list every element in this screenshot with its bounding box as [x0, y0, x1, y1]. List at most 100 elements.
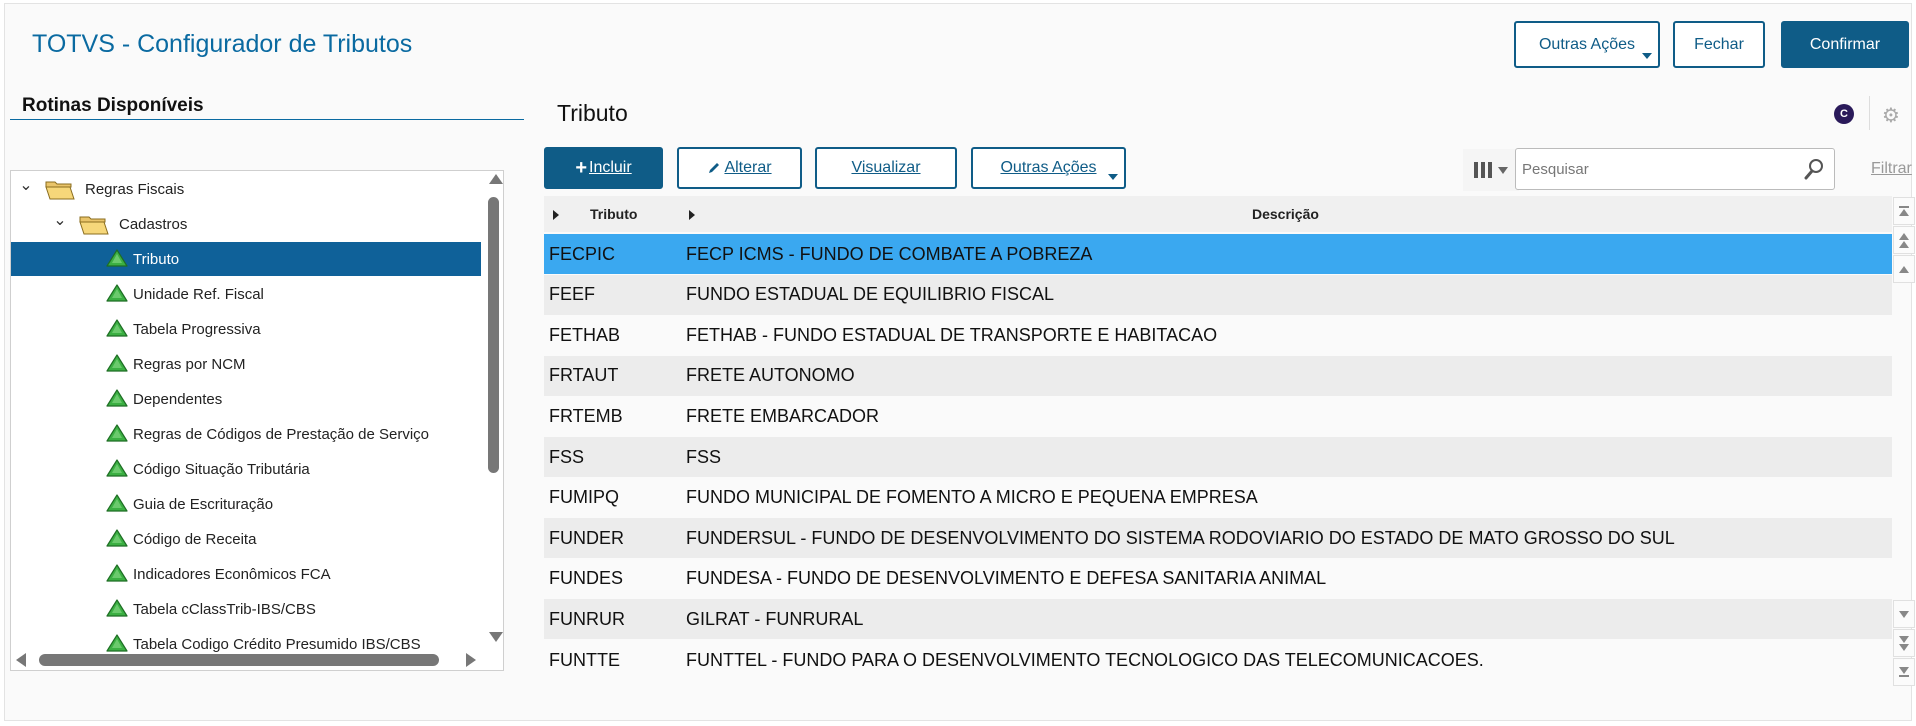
chevron-down-icon[interactable]: ⌄: [19, 177, 33, 194]
status-badge[interactable]: C: [1834, 104, 1854, 124]
grid-page-up[interactable]: [1893, 226, 1915, 254]
visualizar-button[interactable]: Visualizar: [815, 147, 957, 189]
alterar-label: Alterar: [724, 159, 772, 176]
table-row[interactable]: FUNRUR GILRAT - FUNRURAL: [544, 599, 1892, 640]
confirmar-button[interactable]: Confirmar: [1781, 21, 1909, 68]
divider: [1869, 96, 1870, 130]
chevron-down-icon[interactable]: ⌄: [53, 212, 67, 229]
tree-item-label: Indicadores Econômicos FCA: [133, 565, 331, 583]
tree-item[interactable]: ⌄ Cadastros: [11, 207, 481, 241]
table-row[interactable]: FUNDER FUNDERSUL - FUNDO DE DESENVOLVIMEN…: [544, 518, 1892, 559]
green-triangle-icon: [106, 284, 128, 302]
app-title: TOTVS - Configurador de Tributos: [32, 30, 413, 58]
cell-tributo: FECPIC: [549, 243, 616, 264]
pencil-icon: [709, 163, 720, 173]
tree-item-label: Tributo: [133, 250, 180, 268]
grid-scroll-bottom[interactable]: [1893, 658, 1915, 686]
columns-icon: [1474, 162, 1492, 178]
table-row[interactable]: FUMIPQ FUNDO MUNICIPAL DE FOMENTO A MICRO…: [544, 478, 1892, 518]
green-triangle-icon: [106, 599, 128, 617]
folder-open-icon: [45, 181, 75, 200]
tree-item[interactable]: Tabela Progressiva: [11, 312, 481, 346]
plus-icon: +: [575, 156, 587, 179]
cell-tributo: FETHAB: [549, 324, 621, 345]
cell-descricao: FECP ICMS - FUNDO DE COMBATE A POBREZA: [686, 243, 1093, 264]
green-triangle-icon: [106, 424, 128, 442]
tree-item-label: Regras de Códigos de Prestação de Serviç…: [133, 425, 430, 443]
column-header-descricao[interactable]: Descrição: [1252, 206, 1319, 222]
column-expand-icon[interactable]: [689, 210, 695, 220]
tree-item[interactable]: ⌄ Regras Fiscais: [11, 172, 481, 206]
routines-tree: ⌄ Regras Fiscais ⌄ Cadastros Tributo Unidade …: [10, 170, 504, 671]
cell-descricao: FUNTTEL - FUNDO PARA O DESENVOLVIMENTO T…: [686, 649, 1484, 670]
scroll-left-arrow[interactable]: [16, 653, 26, 667]
visualizar-label: Visualizar: [851, 159, 921, 176]
confirmar-label: Confirmar: [1809, 35, 1881, 53]
cell-tributo: FSS: [549, 446, 585, 467]
cell-tributo: FRTAUT: [549, 365, 619, 386]
cell-descricao: FSS: [686, 446, 722, 467]
toolbar-outras-acoes-button[interactable]: Outras Ações: [971, 147, 1126, 189]
tree-item[interactable]: Tributo: [11, 242, 481, 276]
filtrar-link[interactable]: Filtrar: [1871, 160, 1912, 178]
tree-item[interactable]: Tabela cClassTrib-IBS/CBS: [11, 592, 481, 626]
green-triangle-icon: [106, 389, 128, 407]
tree-item[interactable]: Regras por NCM: [11, 347, 481, 381]
column-selector-button[interactable]: [1463, 149, 1519, 191]
table-row[interactable]: FEEF FUNDO ESTADUAL DE EQUILIBRIO FISCAL: [544, 274, 1892, 315]
alterar-button[interactable]: Alterar: [677, 147, 802, 189]
table-row[interactable]: FECPIC FECP ICMS - FUNDO DE COMBATE A POB…: [544, 234, 1892, 274]
table-row[interactable]: FRTEMB FRETE EMBARCADOR: [544, 396, 1892, 436]
tree-item-label: Tabela Progressiva: [133, 320, 261, 338]
tree-item[interactable]: Guia de Escrituração: [11, 487, 481, 521]
table-row[interactable]: FRTAUT FRETE AUTONOMO: [544, 355, 1892, 396]
tree-item[interactable]: Regras de Códigos de Prestação de Serviç…: [11, 417, 481, 451]
grid-scroll-down[interactable]: [1893, 600, 1915, 628]
tree-item-label: Unidade Ref. Fiscal: [133, 285, 264, 303]
tree-item[interactable]: Unidade Ref. Fiscal: [11, 277, 481, 311]
toolbar-outras-acoes-label: Outras Ações: [1000, 159, 1097, 176]
table-row[interactable]: FUNTTE FUNTTEL - FUNDO PARA O DESENVOLVIM…: [544, 640, 1892, 676]
incluir-button[interactable]: + Incluir: [544, 147, 663, 189]
tree-item-label: Código Situação Tributária: [133, 460, 310, 478]
fechar-button[interactable]: Fechar: [1673, 21, 1765, 68]
tree-item[interactable]: Código de Receita: [11, 522, 481, 556]
table-row[interactable]: FUNDES FUNDESA - FUNDO DE DESENVOLVIMENTO…: [544, 559, 1892, 599]
grid-scroll-top[interactable]: [1893, 197, 1915, 225]
cell-descricao: FUNDERSUL - FUNDO DE DESENVOLVIMENTO DO …: [686, 527, 1675, 548]
cell-descricao: FUNDESA - FUNDO DE DESENVOLVIMENTO E DEF…: [686, 568, 1327, 589]
tree-item-label: Tabela cClassTrib-IBS/CBS: [133, 600, 316, 618]
tree-vertical-scrollbar-thumb[interactable]: [488, 197, 499, 473]
tree-item-label: Regras Fiscais: [85, 180, 185, 198]
green-triangle-icon: [106, 319, 128, 337]
gear-icon[interactable]: ⚙: [1882, 103, 1900, 128]
heading-divider: [10, 119, 524, 120]
green-triangle-icon: [106, 494, 128, 512]
search-input[interactable]: [1520, 153, 1790, 185]
header-outras-acoes-button[interactable]: Outras Ações: [1514, 21, 1660, 68]
grid-page-down[interactable]: [1893, 629, 1915, 657]
cell-descricao: FUNDO ESTADUAL DE EQUILIBRIO FISCAL: [686, 284, 1055, 305]
tree-horizontal-scrollbar-thumb[interactable]: [39, 654, 439, 666]
green-triangle-icon: [106, 249, 128, 267]
grid-scroll-up[interactable]: [1893, 255, 1915, 283]
scroll-down-arrow[interactable]: [489, 632, 503, 642]
tree-item-label: Cadastros: [119, 215, 188, 233]
tree-item[interactable]: Indicadores Econômicos FCA: [11, 557, 481, 591]
cell-tributo: FUNDES: [549, 568, 624, 589]
column-expand-icon[interactable]: [553, 210, 559, 220]
cell-tributo: FUNTTE: [549, 649, 620, 670]
table-row[interactable]: FETHAB FETHAB - FUNDO ESTADUAL DE TRANSPO…: [544, 315, 1892, 355]
tree-item[interactable]: Dependentes: [11, 382, 481, 416]
app-window: TOTVS - Configurador de Tributos Outras …: [4, 3, 1915, 721]
scroll-right-arrow[interactable]: [466, 653, 476, 667]
cell-descricao: GILRAT - FUNRURAL: [686, 608, 864, 629]
column-header-tributo[interactable]: Tributo: [590, 206, 637, 222]
tree-item[interactable]: Código Situação Tributária: [11, 452, 481, 486]
table-row[interactable]: FSS FSS: [544, 437, 1892, 477]
scroll-up-arrow[interactable]: [489, 174, 503, 184]
section-title: Tributo: [557, 100, 628, 126]
cell-tributo: FEEF: [549, 284, 596, 305]
cell-descricao: FRETE AUTONOMO: [686, 365, 855, 386]
search-icon[interactable]: [1804, 158, 1824, 180]
